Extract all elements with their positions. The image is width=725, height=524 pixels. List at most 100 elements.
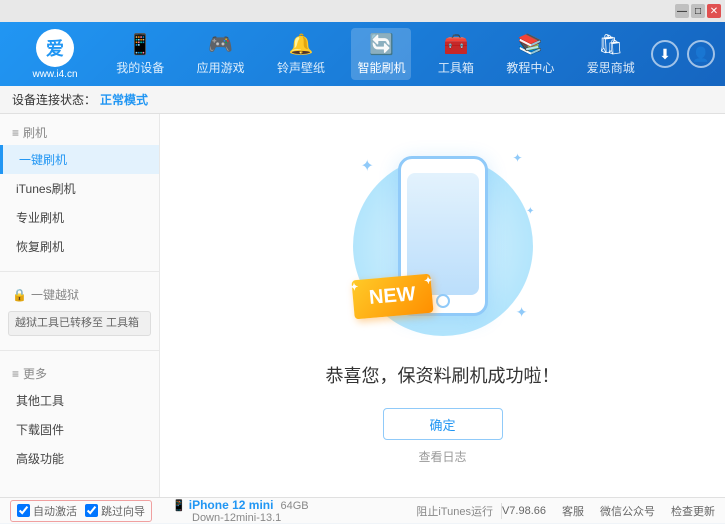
download-button[interactable]: ⬇ [651, 40, 679, 68]
minimize-button[interactable]: — [675, 4, 689, 18]
nav-my-device[interactable]: 📱 我的设备 [110, 28, 170, 80]
more-section-icon: ≡ [12, 367, 19, 381]
auto-launch-input[interactable] [17, 504, 30, 517]
nav-ringtones[interactable]: 🔔 铃声壁纸 [271, 28, 331, 80]
mall-icon: 🛍 [598, 32, 623, 57]
skip-guide-checkbox[interactable]: 跳过向导 [85, 503, 145, 519]
sidebar-header-flash: ≡ 刷机 [0, 120, 159, 145]
download-fw-label: 下载固件 [16, 421, 64, 438]
skip-guide-input[interactable] [85, 504, 98, 517]
sidebar-item-advanced[interactable]: 高级功能 [0, 444, 159, 473]
auto-launch-checkbox[interactable]: 自动激活 [17, 503, 77, 519]
version-label: V7.98.66 [502, 505, 546, 517]
jailbreak-section-label: 一键越狱 [31, 286, 79, 303]
device-icon: 📱 [172, 500, 186, 512]
bottom-bar: 自动激活 跳过向导 📱 iPhone 12 mini 64GB Down-12m… [0, 497, 725, 523]
nav-mall-label: 爱思商城 [587, 59, 635, 76]
skip-guide-label: 跳过向导 [101, 503, 145, 519]
nav-items: 📱 我的设备 🎮 应用游戏 🔔 铃声壁纸 🔄 智能刷机 🧰 工具箱 📚 教程中心… [100, 28, 651, 80]
status-bar: 设备连接状态： 正常模式 [0, 86, 725, 114]
customer-service-link[interactable]: 客服 [562, 503, 584, 519]
nav-ringtones-label: 铃声壁纸 [277, 59, 325, 76]
secondary-link[interactable]: 查看日志 [418, 448, 466, 465]
user-button[interactable]: 👤 [687, 40, 715, 68]
sidebar-item-pro-flash[interactable]: 专业刷机 [0, 203, 159, 232]
nav-toolbox-label: 工具箱 [438, 59, 474, 76]
itunes-flash-label: iTunes刷机 [16, 180, 76, 197]
logo-icon: 爱 [36, 29, 74, 67]
nav-tutorials-label: 教程中心 [506, 59, 554, 76]
star-2: ✦ [512, 151, 522, 165]
sidebar: ≡ 刷机 一键刷机 iTunes刷机 专业刷机 恢复刷机 🔒 一键越狱 [0, 114, 160, 497]
content-area: NEW ✦ ✦ ✦ ✦ 恭喜您，保资料刷机成功啦！ 确定 查看日志 [160, 114, 725, 497]
itunes-notice: 阻止iTunes运行 [408, 503, 502, 519]
maximize-button[interactable]: □ [691, 4, 705, 18]
star-1: ✦ [361, 156, 374, 176]
one-key-flash-label: 一键刷机 [19, 151, 67, 168]
flash-section-icon: ≡ [12, 126, 19, 140]
jailbreak-notice-text: 越狱工具已转移至 工具箱 [15, 317, 139, 329]
bottom-left: 自动激活 跳过向导 📱 iPhone 12 mini 64GB Down-12m… [10, 498, 408, 524]
sidebar-item-one-key-flash[interactable]: 一键刷机 [0, 145, 159, 174]
tutorials-icon: 📚 [518, 32, 543, 57]
pro-flash-label: 专业刷机 [16, 209, 64, 226]
nav-mall[interactable]: 🛍 爱思商城 [581, 28, 641, 80]
phone-home-btn [436, 294, 450, 308]
logo-area: 爱 www.i4.cn [10, 29, 100, 80]
ringtones-icon: 🔔 [289, 32, 314, 57]
itunes-notice-text: 阻止iTunes运行 [416, 503, 493, 519]
my-device-icon: 📱 [128, 32, 153, 57]
sidebar-item-restore-flash[interactable]: 恢复刷机 [0, 232, 159, 261]
sidebar-item-other-tools[interactable]: 其他工具 [0, 386, 159, 415]
nav-right-buttons: ⬇ 👤 [651, 40, 715, 68]
bottom-right: V7.98.66 客服 微信公众号 检查更新 [502, 503, 715, 519]
sidebar-header-jailbreak: 🔒 一键越狱 [0, 282, 159, 307]
sidebar-section-jailbreak: 🔒 一键越狱 越狱工具已转移至 工具箱 [0, 276, 159, 346]
sidebar-item-itunes-flash[interactable]: iTunes刷机 [0, 174, 159, 203]
lock-icon: 🔒 [12, 288, 27, 302]
star-3: ✦ [516, 304, 528, 321]
check-update-link[interactable]: 检查更新 [671, 503, 715, 519]
nav-tutorials[interactable]: 📚 教程中心 [500, 28, 560, 80]
window-controls: — □ ✕ [675, 4, 721, 18]
status-label: 设备连接状态： [12, 91, 96, 108]
smart-flash-icon: 🔄 [369, 32, 394, 57]
flash-section-label: 刷机 [23, 124, 47, 141]
success-illustration: NEW ✦ ✦ ✦ ✦ [343, 146, 543, 346]
nav-my-device-label: 我的设备 [116, 59, 164, 76]
device-model: Down-12mini-13.1 [192, 512, 281, 524]
other-tools-label: 其他工具 [16, 392, 64, 409]
sidebar-header-more: ≡ 更多 [0, 361, 159, 386]
jailbreak-locked-notice: 越狱工具已转移至 工具箱 [8, 311, 151, 336]
star-4: ✦ [526, 206, 534, 217]
sidebar-section-flash: ≡ 刷机 一键刷机 iTunes刷机 专业刷机 恢复刷机 [0, 114, 159, 267]
advanced-label: 高级功能 [16, 450, 64, 467]
confirm-button[interactable]: 确定 [383, 408, 503, 440]
sidebar-divider-1 [0, 271, 159, 272]
nav-toolbox[interactable]: 🧰 工具箱 [432, 28, 480, 80]
restore-flash-label: 恢复刷机 [16, 238, 64, 255]
main-layout: ≡ 刷机 一键刷机 iTunes刷机 专业刷机 恢复刷机 🔒 一键越狱 [0, 114, 725, 497]
apps-games-icon: 🎮 [208, 32, 233, 57]
device-storage: 64GB [281, 500, 309, 512]
nav-smart-flash[interactable]: 🔄 智能刷机 [351, 28, 411, 80]
nav-apps-games-label: 应用游戏 [197, 59, 245, 76]
wechat-link[interactable]: 微信公众号 [600, 503, 655, 519]
new-badge: NEW [351, 274, 433, 320]
logo-url: www.i4.cn [32, 69, 77, 80]
toolbox-icon: 🧰 [443, 32, 468, 57]
status-value: 正常模式 [100, 91, 148, 108]
auto-launch-label: 自动激活 [33, 503, 77, 519]
nav-apps-games[interactable]: 🎮 应用游戏 [191, 28, 251, 80]
more-section-label: 更多 [23, 365, 47, 382]
close-button[interactable]: ✕ [707, 4, 721, 18]
device-info: 📱 iPhone 12 mini 64GB Down-12mini-13.1 [172, 498, 309, 524]
title-bar: — □ ✕ [0, 0, 725, 22]
success-message: 恭喜您，保资料刷机成功啦！ [326, 362, 560, 388]
sidebar-section-more: ≡ 更多 其他工具 下载固件 高级功能 [0, 355, 159, 479]
sidebar-item-download-fw[interactable]: 下载固件 [0, 415, 159, 444]
sidebar-divider-2 [0, 350, 159, 351]
device-name: iPhone 12 mini [189, 498, 274, 512]
header: 爱 www.i4.cn 📱 我的设备 🎮 应用游戏 🔔 铃声壁纸 🔄 智能刷机 … [0, 22, 725, 86]
nav-smart-flash-label: 智能刷机 [357, 59, 405, 76]
